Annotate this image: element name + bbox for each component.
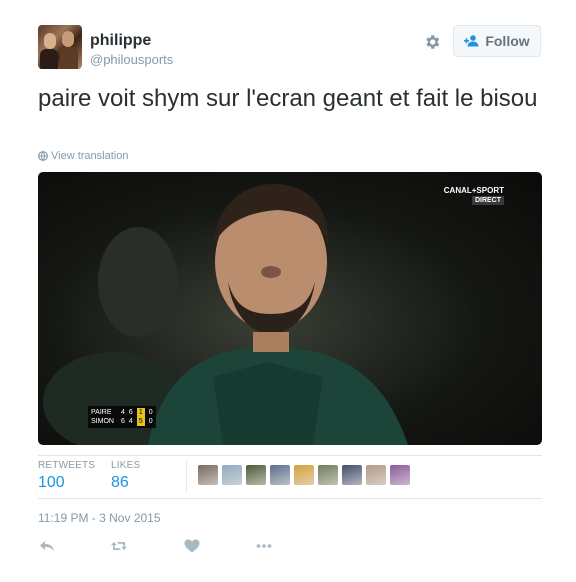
liker-avatar[interactable] [222, 465, 242, 485]
user-avatar[interactable] [38, 25, 82, 69]
liker-avatar[interactable] [390, 465, 410, 485]
set-score: 6 [128, 409, 133, 416]
add-user-icon [464, 35, 479, 47]
set-score: 4 [128, 418, 133, 425]
liker-avatar[interactable] [246, 465, 266, 485]
liker-avatar[interactable] [270, 465, 290, 485]
more-icon[interactable] [255, 537, 273, 555]
set-score: 5 [136, 417, 145, 426]
liker-avatar[interactable] [318, 465, 338, 485]
scoreboard: PAIRE 4 6 1 0 SIMON 6 4 5 0 [88, 406, 156, 428]
broadcast-status: DIRECT [471, 196, 504, 205]
player-name: SIMON [91, 418, 114, 425]
broadcaster-name: CANAL+SPORT [443, 186, 504, 195]
view-translation-label: View translation [51, 150, 129, 162]
tweet-actions [38, 537, 338, 555]
retweets-label: RETWEETS [38, 460, 96, 471]
point-score: 0 [148, 409, 153, 416]
follow-label: Follow [485, 33, 530, 49]
tweet-media-image[interactable]: CANAL+SPORT DIRECT PAIRE 4 6 1 0 SIMON 6… [38, 172, 542, 445]
likers-avatars [198, 465, 410, 485]
set-score: 4 [121, 409, 125, 416]
tweet-text: paire voit shym sur l'ecran geant et fai… [38, 85, 538, 112]
likes-count: 86 [111, 474, 129, 491]
scoreboard-row: PAIRE 4 6 1 0 [91, 408, 153, 417]
retweets-stat[interactable]: RETWEETS 100 [38, 460, 95, 492]
point-score: 0 [148, 418, 153, 425]
like-icon[interactable] [183, 537, 201, 555]
tennis-player-illustration [43, 183, 408, 445]
liker-avatar[interactable] [366, 465, 386, 485]
retweets-count: 100 [38, 474, 65, 491]
broadcast-logo: CANAL+SPORT DIRECT [444, 186, 504, 205]
player-name: PAIRE [91, 409, 112, 416]
likes-label: LIKES [111, 460, 141, 471]
liker-avatar[interactable] [342, 465, 362, 485]
stats-divider [186, 461, 187, 493]
user-handle[interactable]: @philousports [90, 52, 173, 67]
liker-avatar[interactable] [198, 465, 218, 485]
likes-stat[interactable]: LIKES 86 [111, 460, 140, 492]
tweet-timestamp[interactable]: 11:19 PM - 3 Nov 2015 [38, 511, 161, 525]
set-score: 1 [136, 408, 145, 417]
globe-icon [38, 151, 48, 161]
liker-avatar[interactable] [294, 465, 314, 485]
view-translation-link[interactable]: View translation [38, 150, 128, 162]
set-score: 6 [121, 418, 125, 425]
tweet-header: philippe @philousports Follow [38, 25, 541, 71]
retweet-icon[interactable] [110, 537, 128, 555]
follow-button[interactable]: Follow [453, 25, 541, 57]
gear-icon[interactable] [423, 33, 441, 51]
user-name[interactable]: philippe [90, 32, 151, 50]
reply-icon[interactable] [38, 537, 56, 555]
tweet-stats: RETWEETS 100 LIKES 86 [38, 455, 542, 499]
scoreboard-row: SIMON 6 4 5 0 [91, 417, 153, 426]
